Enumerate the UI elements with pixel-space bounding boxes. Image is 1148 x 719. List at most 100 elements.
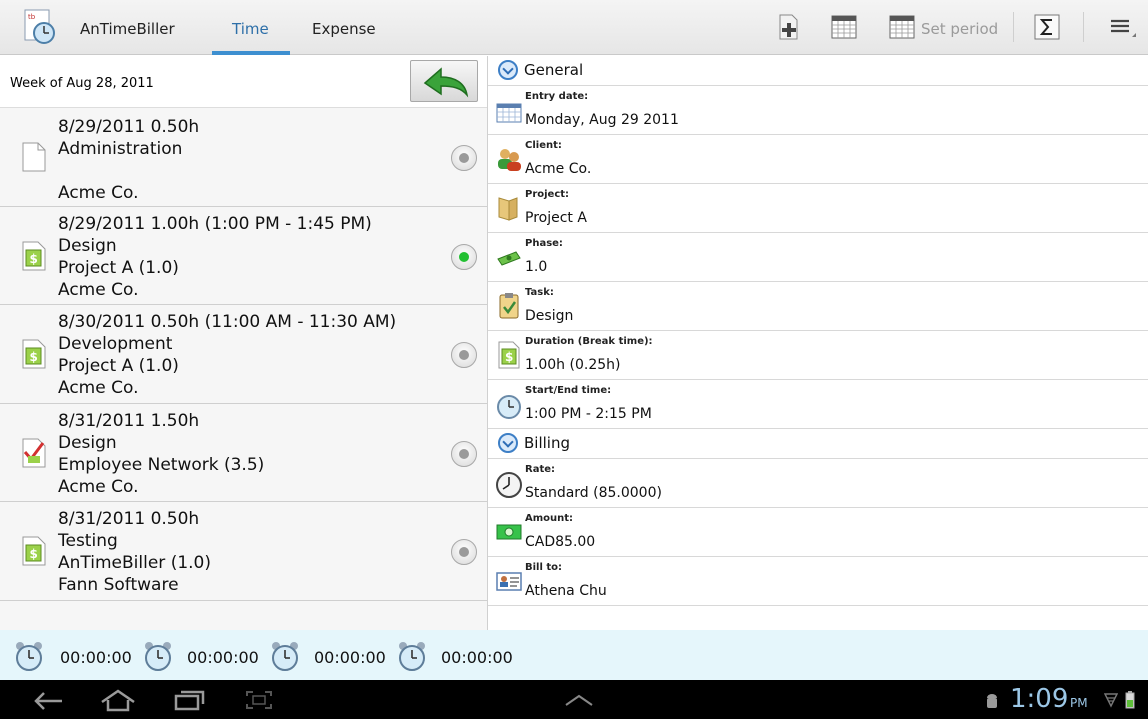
set-period-calendar-icon[interactable]	[888, 13, 916, 41]
bill-to-label: Bill to:	[525, 562, 563, 573]
list-item[interactable]: 8/30/2011 0.50h (11:00 AM - 11:30 AM) De…	[0, 306, 487, 404]
calendar-icon[interactable]	[830, 13, 858, 41]
app-logo-icon[interactable]: tb	[22, 8, 60, 46]
system-navigation-bar: 1:09 PM	[0, 680, 1148, 719]
duration-field[interactable]: $ Duration (Break time): 1.00h (0.25h)	[488, 331, 1148, 380]
timer-display: 00:00:00	[187, 648, 259, 667]
alarm-clock-icon[interactable]	[12, 639, 46, 673]
back-nav-icon[interactable]	[30, 690, 66, 712]
folder-icon	[498, 197, 518, 221]
recent-apps-icon[interactable]	[172, 689, 206, 711]
entry-date-hours: 8/29/2011 0.50h	[58, 117, 200, 137]
start-end-time-field[interactable]: Start/End time: 1:00 PM - 2:15 PM	[488, 380, 1148, 429]
entry-date-hours: 8/30/2011 0.50h (11:00 AM - 11:30 AM)	[58, 312, 397, 332]
action-bar: tb AnTimeBiller Time Expense Set period	[0, 0, 1148, 55]
tab-time-indicator	[212, 51, 290, 55]
project-value: Project A	[525, 210, 587, 226]
contact-card-icon	[496, 572, 522, 591]
entry-client: Acme Co.	[58, 378, 139, 398]
bill-to-field[interactable]: Bill to: Athena Chu	[488, 557, 1148, 606]
week-header: Week of Aug 28, 2011	[0, 56, 487, 108]
entry-select-radio[interactable]	[451, 244, 477, 270]
entry-task: Administration	[58, 139, 183, 159]
client-value: Acme Co.	[525, 161, 592, 177]
dollar-document-icon: $	[22, 339, 46, 369]
banknote-icon	[496, 524, 522, 540]
dollar-document-icon: $	[22, 241, 46, 271]
rate-field[interactable]: Rate: Standard (85.0000)	[488, 459, 1148, 508]
entry-date-hours: 8/31/2011 0.50h	[58, 509, 200, 529]
android-debug-icon	[987, 694, 997, 708]
timer-bar: 00:00:00 00:00:00 00:00:00 00:00:00	[0, 630, 1148, 680]
dollar-document-icon: $	[22, 536, 46, 566]
entry-date-field[interactable]: Entry date: Monday, Aug 29 2011	[488, 86, 1148, 135]
screenshot-icon[interactable]	[244, 689, 274, 711]
list-item[interactable]: 8/29/2011 0.50h Administration Acme Co.	[0, 109, 487, 207]
task-value: Design	[525, 308, 574, 324]
phase-label: Phase:	[525, 238, 563, 249]
entry-task: Design	[58, 433, 117, 453]
entry-select-radio[interactable]	[451, 441, 477, 467]
project-field[interactable]: Project: Project A	[488, 184, 1148, 233]
billing-section-title: Billing	[524, 434, 570, 452]
client-field[interactable]: Client: Acme Co.	[488, 135, 1148, 184]
entry-date-value: Monday, Aug 29 2011	[525, 112, 679, 128]
billing-section-header[interactable]: Billing	[488, 429, 1148, 459]
set-period-button[interactable]: Set period	[921, 20, 998, 38]
phase-field[interactable]: Phase: 1.0	[488, 233, 1148, 282]
project-label: Project:	[525, 189, 570, 200]
rate-label: Rate:	[525, 464, 556, 475]
dollar-document-icon: $	[498, 341, 520, 369]
amount-field[interactable]: Amount: CAD85.00	[488, 508, 1148, 557]
general-section-title: General	[524, 61, 584, 79]
task-field[interactable]: Task: Design	[488, 282, 1148, 331]
clock-icon	[496, 472, 522, 498]
tab-time[interactable]: Time	[232, 20, 269, 55]
alarm-clock-icon[interactable]	[268, 639, 302, 673]
entry-client: Fann Software	[58, 575, 179, 595]
svg-text:$: $	[30, 252, 38, 266]
entry-date-hours: 8/31/2011 1.50h	[58, 411, 200, 431]
chevron-up-icon[interactable]	[562, 692, 596, 708]
entry-client: Acme Co.	[58, 183, 139, 203]
money-icon	[497, 251, 521, 266]
svg-text:tb: tb	[28, 13, 36, 21]
time-entry-list: Week of Aug 28, 2011 8/29/2011 0.50h Adm…	[0, 56, 487, 630]
calendar-icon	[496, 103, 522, 123]
list-item[interactable]: 8/31/2011 0.50h Testing AnTimeBiller (1.…	[0, 503, 487, 601]
sum-icon[interactable]	[1033, 13, 1061, 41]
battery-icon	[1125, 691, 1135, 709]
entry-detail-panel: General Entry date: Monday, Aug 29 2011 …	[488, 56, 1148, 630]
svg-text:$: $	[30, 350, 38, 364]
entry-select-radio[interactable]	[451, 145, 477, 171]
list-item[interactable]: 8/31/2011 1.50h Design Employee Network …	[0, 405, 487, 502]
phase-value: 1.0	[525, 259, 548, 275]
status-clock-ampm: PM	[1070, 696, 1088, 710]
people-icon	[498, 149, 521, 171]
timer-display: 00:00:00	[60, 648, 132, 667]
signal-icon	[1104, 693, 1118, 708]
duration-value: 1.00h (0.25h)	[525, 357, 621, 373]
bill-to-value: Athena Chu	[525, 583, 607, 599]
entry-task: Development	[58, 334, 173, 354]
home-nav-icon[interactable]	[98, 688, 138, 712]
entry-select-radio[interactable]	[451, 342, 477, 368]
alarm-clock-icon[interactable]	[141, 639, 175, 673]
add-entry-icon[interactable]	[775, 13, 803, 41]
client-label: Client:	[525, 140, 562, 151]
timer-display: 00:00:00	[314, 648, 386, 667]
week-label: Week of Aug 28, 2011	[10, 76, 154, 91]
start-end-time-label: Start/End time:	[525, 385, 612, 396]
duration-label: Duration (Break time):	[525, 336, 653, 347]
task-label: Task:	[525, 287, 554, 298]
back-button[interactable]	[410, 60, 478, 102]
tab-expense[interactable]: Expense	[312, 20, 376, 55]
timer-display: 00:00:00	[441, 648, 513, 667]
chevron-down-icon	[498, 60, 518, 80]
stopwatch-icon	[497, 395, 521, 419]
entry-select-radio[interactable]	[451, 539, 477, 565]
alarm-clock-icon[interactable]	[395, 639, 429, 673]
general-section-header[interactable]: General	[488, 56, 1148, 86]
overflow-menu-icon[interactable]	[1108, 13, 1136, 41]
list-item[interactable]: 8/29/2011 1.00h (1:00 PM - 1:45 PM) Desi…	[0, 208, 487, 305]
